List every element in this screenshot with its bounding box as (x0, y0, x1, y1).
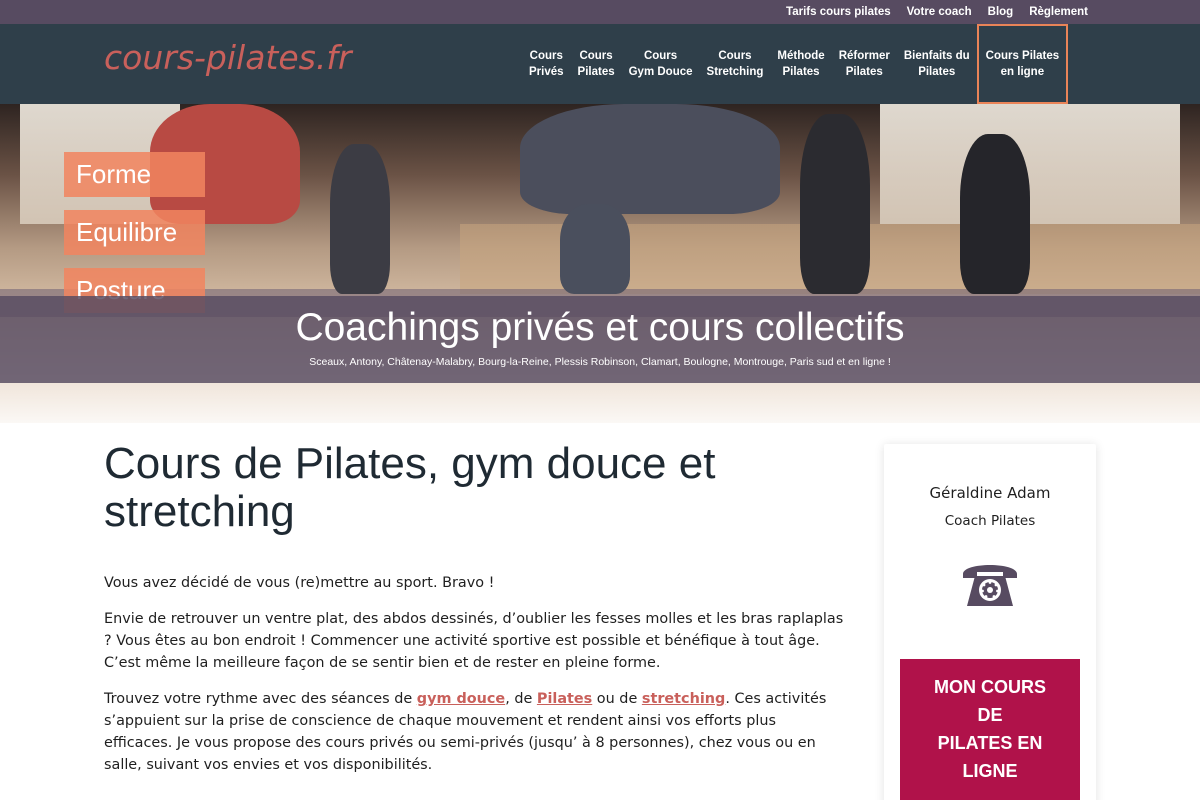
online-course-button[interactable]: Mon cours de Pilates en ligne (900, 659, 1080, 800)
nav-label-line1: Méthode (777, 50, 825, 62)
hero-subtitle: Sceaux, Antony, Châtenay-Malabry, Bourg-… (309, 356, 891, 368)
hero-pill-forme: Forme (64, 152, 205, 197)
nav-label-line2: Pilates (577, 66, 615, 78)
hero-figure (960, 134, 1030, 294)
nav-label-line2: Stretching (706, 66, 764, 78)
nav-item-reformer-pilates[interactable]: Réformer Pilates (832, 24, 897, 104)
hero-figure (560, 204, 630, 294)
link-stretching[interactable]: stretching (642, 691, 725, 707)
nav-item-cours-pilates-en-ligne[interactable]: Cours Pilates en ligne (976, 24, 1069, 104)
hero-figure (800, 114, 870, 294)
topbar-link-votre-coach[interactable]: Votre coach (907, 6, 972, 18)
nav-label-line2: Pilates (918, 66, 956, 78)
page-title: Cours de Pilates, gym douce et stretchin… (104, 439, 716, 536)
cta-label-line: ligne (962, 761, 1018, 781)
nav-item-cours-pilates[interactable]: Cours Pilates (571, 24, 622, 104)
topbar-link-blog[interactable]: Blog (988, 6, 1014, 18)
nav-label-line2: en ligne (1000, 66, 1045, 78)
nav-label-line2: Privés (529, 66, 564, 78)
paragraph-text: ou de (592, 691, 642, 707)
hero-bg-window (880, 104, 1180, 224)
nav-label-line1: Cours Pilates (985, 50, 1060, 62)
coach-role: Coach Pilates (944, 513, 1036, 529)
nav-item-cours-prives[interactable]: Cours Privés (522, 24, 571, 104)
site-header: cours-pilates.fr Cours Privés Cours Pilate… (0, 24, 1200, 104)
main-content: Cours de Pilates, gym douce et stretchin… (104, 440, 844, 776)
hero-title: Coachings privés et cours collectifs (295, 306, 905, 349)
topbar-link-reglement[interactable]: Règlement (1029, 6, 1088, 18)
topbar-link-tarifs[interactable]: Tarifs cours pilates (786, 6, 891, 18)
nav-label-line1: Cours (718, 50, 752, 62)
nav-label-line2: Gym Douce (628, 66, 693, 78)
phone-icon[interactable] (959, 556, 1021, 608)
coach-card: Géraldine Adam Coach Pilates Mon cours d… (884, 444, 1096, 800)
hero-title-banner: Coachings privés et cours collectifs Sce… (0, 296, 1200, 383)
paragraph-text: Trouvez votre rythme avec des séances de (104, 691, 417, 707)
hero-pill-equilibre: Equilibre (64, 210, 205, 255)
top-utility-bar: Tarifs cours pilates Votre coach Blog Rè… (0, 0, 1200, 24)
cta-label-line: Pilates en (937, 733, 1043, 753)
hero-figure (520, 104, 780, 214)
nav-label-line1: Bienfaits du (903, 50, 970, 62)
nav-label-line2: Pilates (782, 66, 820, 78)
intro-paragraph: Vous avez décidé de vous (re)mettre au s… (104, 575, 495, 591)
nav-item-cours-stretching[interactable]: Cours Stretching (700, 24, 771, 104)
link-pilates[interactable]: Pilates (537, 691, 592, 707)
body-paragraph-with-links: Trouvez votre rythme avec des séances de… (104, 688, 844, 776)
nav-item-cours-gym-douce[interactable]: Cours Gym Douce (622, 24, 700, 104)
top-utility-links: Tarifs cours pilates Votre coach Blog Rè… (786, 0, 1088, 24)
nav-label-line1: Cours (579, 50, 613, 62)
coach-name: Géraldine Adam (929, 484, 1051, 502)
main-nav: Cours Privés Cours Pilates Cours Gym Douce … (522, 24, 1069, 104)
body-paragraph: Envie de retrouver un ventre plat, des a… (104, 611, 844, 671)
cta-label-line: de (977, 705, 1003, 725)
nav-item-bienfaits-pilates[interactable]: Bienfaits du Pilates (897, 24, 977, 104)
nav-label-line2: Pilates (845, 66, 883, 78)
nav-item-methode-pilates[interactable]: Méthode Pilates (770, 24, 831, 104)
link-gym-douce[interactable]: gym douce (417, 691, 505, 707)
cta-label-line: Mon cours (934, 677, 1046, 697)
paragraph-text: , de (505, 691, 537, 707)
hero-figure (330, 144, 390, 294)
hero-banner-image: Forme Equilibre Posture Coachings privés… (0, 104, 1200, 423)
nav-label-line1: Cours (643, 50, 678, 62)
nav-label-line1: Cours (529, 50, 563, 62)
site-logo[interactable]: cours-pilates.fr (104, 38, 352, 77)
nav-label-line1: Réformer (838, 50, 890, 62)
